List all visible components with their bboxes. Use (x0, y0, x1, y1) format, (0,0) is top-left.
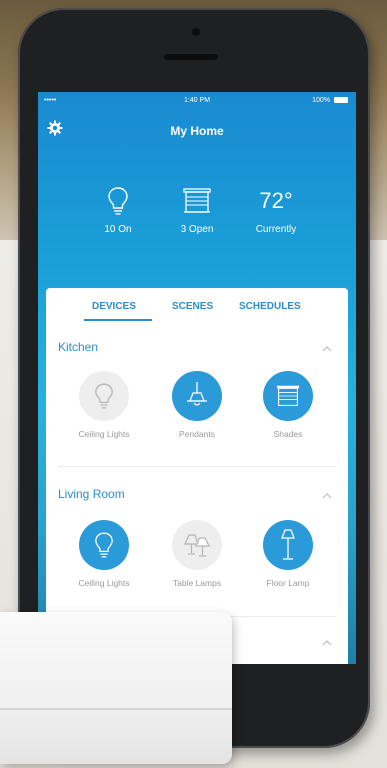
table-lamps-icon (172, 520, 222, 570)
chevron-up-icon[interactable] (322, 346, 332, 352)
device-living-floor-lamp[interactable]: Floor Lamp (245, 520, 331, 588)
chevron-up-icon[interactable] (322, 640, 332, 646)
device-label: Shades (273, 429, 303, 439)
tab-scenes[interactable]: SCENES (172, 301, 213, 312)
room-title-living-room: Living Room (58, 487, 125, 501)
device-living-ceiling-lights[interactable]: Ceiling Lights (61, 520, 147, 588)
camera-icon (192, 28, 200, 36)
lightbulb-icon (73, 182, 163, 220)
earpiece (164, 54, 218, 60)
device-label: Floor Lamp (266, 578, 310, 588)
devices-card: DEVICES SCENES SCHEDULES Kitchen Ceiling… (46, 288, 348, 664)
device-label: Ceiling Lights (78, 578, 130, 588)
tab-devices[interactable]: DEVICES (92, 301, 136, 312)
shades-open-label: 3 Open (180, 224, 214, 235)
shades-open-stat[interactable]: 3 Open (152, 182, 242, 235)
temperature-label: Currently (255, 224, 297, 235)
tab-bar: DEVICES SCENES SCHEDULES (46, 288, 348, 322)
tab-schedules[interactable]: SCHEDULES (239, 301, 301, 312)
app-screen: ••••• 1:40 PM 100% My Home 10 On 3 Open … (38, 92, 356, 664)
status-bar: ••••• 1:40 PM 100% (38, 92, 356, 110)
window-shade-icon (263, 371, 313, 421)
page-title: My Home (170, 124, 224, 138)
lightbulb-icon (79, 371, 129, 421)
device-kitchen-shades[interactable]: Shades (245, 371, 331, 439)
battery-icon (334, 97, 348, 104)
section-divider (58, 466, 336, 467)
home-summary: 10 On 3 Open 72° Currently (38, 182, 356, 252)
temperature-value: 72° (259, 188, 293, 213)
floor-lamp-icon (263, 520, 313, 570)
device-kitchen-pendants[interactable]: Pendants (154, 371, 240, 439)
lights-on-label: 10 On (104, 224, 132, 235)
lightbulb-icon (79, 520, 129, 570)
device-label: Table Lamps (172, 578, 222, 588)
status-time: 1:40 PM (183, 97, 211, 104)
temperature-stat[interactable]: 72° Currently (231, 182, 321, 235)
smart-bridge-device (0, 612, 232, 764)
room-title-kitchen: Kitchen (58, 340, 99, 354)
pendant-lamp-icon (172, 371, 222, 421)
battery-percent: 100% (312, 97, 331, 104)
device-living-table-lamps[interactable]: Table Lamps (154, 520, 240, 588)
device-kitchen-ceiling-lights[interactable]: Ceiling Lights (61, 371, 147, 439)
active-tab-indicator (84, 319, 152, 321)
battery-indicator: 100% (312, 97, 348, 104)
lights-on-stat[interactable]: 10 On (73, 182, 163, 235)
device-seam (0, 708, 232, 710)
device-label: Ceiling Lights (78, 429, 130, 439)
device-label: Pendants (179, 429, 215, 439)
window-shade-icon (152, 182, 242, 220)
chevron-up-icon[interactable] (322, 493, 332, 499)
